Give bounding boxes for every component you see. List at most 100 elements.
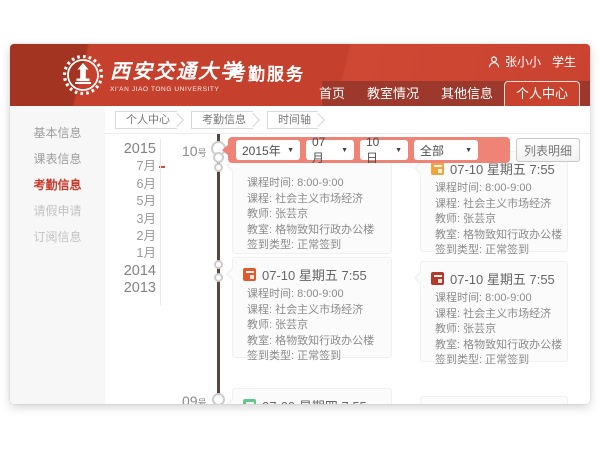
university-name-en: XI'AN JIAO TONG UNIVERSITY [110,86,242,93]
field-label: 教师: [247,319,272,331]
field-label: 教室: [247,335,272,347]
field-value: 正常签到 [297,350,341,362]
day-select[interactable]: 10日▼ [360,140,408,160]
card-date: 07-10 星期五 7:55 [450,269,555,288]
field-label: 教室: [435,229,460,241]
field-label: 课程: [247,304,272,316]
type-select[interactable]: 全部▼ [414,140,478,160]
user-name: 张小小 [505,53,541,70]
month-select[interactable]: 07月▼ [306,140,354,160]
field-value: 格物致知行政办公楼 [275,335,374,347]
field-value: 张芸京 [463,213,496,225]
sidebar-item-leave-request[interactable]: 请假申请 [10,198,105,224]
rail-month-feb[interactable]: 2月 [108,228,156,245]
field-value: 社会主义市场经济 [275,304,363,316]
field-value: 8:00-9:00 [485,182,531,194]
field-label: 教师: [435,323,460,335]
user-menu[interactable]: 张小小 学生 [488,53,576,70]
timeline-axis [217,134,220,404]
field-label: 教室: [435,339,460,351]
sidebar: 基本信息 课表信息 考勤信息 请假申请 订阅信息 [10,106,105,404]
field-label: 课程时间: [435,182,482,194]
field-value: 正常签到 [485,354,529,366]
field-label: 教室: [247,224,272,236]
rail-year-2015[interactable]: 2015 [108,141,156,158]
field-label: 签到类型: [247,350,294,362]
calendar-icon [243,268,256,281]
rail-year-2013[interactable]: 2013 [108,280,156,297]
app-header: 西安交通大学 XI'AN JIAO TONG UNIVERSITY 考勤服务 张… [10,44,590,106]
chevron-down-icon: ▼ [341,147,348,154]
card-date: 07-09 星期四 7:55 [262,396,367,404]
field-value: 正常签到 [297,239,341,251]
attendance-card: 07-10 星期五 7:55 课程时间: 8:00-9:00 课程: 社会主义市… [420,261,568,362]
nav-tab-other[interactable]: 其他信息 [430,81,504,106]
attendance-card: 07-10 星期五 7:55 课程时间: 8:00-9:00 课程: 社会主义市… [232,257,392,358]
field-value: 正常签到 [485,244,529,256]
field-value: 张芸京 [275,319,308,331]
calendar-icon [431,272,444,285]
field-label: 签到类型: [247,239,294,251]
day-label-10: 10号 [182,143,207,159]
timeline-node-small [214,260,223,269]
field-label: 课程: [435,198,460,210]
rail-year-2014[interactable]: 2014 [108,263,156,280]
list-detail-button[interactable]: 列表明细 [516,138,580,162]
attendance-card-partial [420,396,568,404]
field-value: 格物致知行政办公楼 [275,224,374,236]
field-value: 8:00-9:00 [297,288,343,300]
year-select[interactable]: 2015年▼ [236,140,300,160]
field-value: 张芸京 [275,208,308,220]
rail-month-jun[interactable]: 6月 [108,176,156,193]
field-value: 社会主义市场经济 [463,198,551,210]
sidebar-item-attendance-info[interactable]: 考勤信息 [10,172,105,198]
rail-month-jul[interactable]: 7月 [108,158,156,175]
field-label: 课程时间: [435,292,482,304]
sidebar-item-schedule-info[interactable]: 课表信息 [10,146,105,172]
calendar-icon [431,162,444,175]
nav-tab-personal-center[interactable]: 个人中心 [504,81,580,106]
field-value: 张芸京 [463,323,496,335]
field-value: 社会主义市场经济 [463,308,551,320]
timeline-node-small [214,163,223,172]
day-label-09: 09号 [182,393,207,404]
breadcrumb-attendance-info[interactable]: 考勤信息 [191,111,253,129]
breadcrumb-timeline[interactable]: 时间轴 [267,111,318,129]
date-filter-bar: 2015年▼ 07月▼ 10日▼ 全部▼ [228,137,510,163]
field-label: 课程: [247,193,272,205]
field-label: 课程: [435,308,460,320]
field-value: 格物致知行政办公楼 [463,339,562,351]
university-name-block: 西安交通大学 XI'AN JIAO TONG UNIVERSITY [110,55,242,93]
chevron-down-icon: ▼ [287,147,294,154]
top-nav: 首页 教室情况 其他信息 个人中心 [322,81,590,106]
year-month-rail: 2015 7月 6月 5月 3月 2月 1月 2014 2013 [108,141,156,298]
nav-tab-home[interactable]: 首页 [308,81,356,106]
chevron-down-icon: ▼ [395,147,402,154]
rail-divider [160,139,161,305]
calendar-icon [243,399,256,404]
sidebar-item-basic-info[interactable]: 基本信息 [10,120,105,146]
nav-tab-classroom[interactable]: 教室情况 [356,81,430,106]
field-value: 格物致知行政办公楼 [463,229,562,241]
timeline-node-large [212,393,225,404]
field-label: 课程时间: [247,288,294,300]
chevron-down-icon: ▼ [465,147,472,154]
app-title: 考勤服务 [229,60,305,85]
breadcrumb-personal-center[interactable]: 个人中心 [115,111,177,129]
timeline-node-small [214,273,223,282]
person-icon [488,56,500,68]
attendance-card: 07-10 星期五 7:55 课程时间: 8:00-9:00 课程: 社会主义市… [420,151,568,252]
attendance-card: 07-09 星期四 7:55 [232,388,392,404]
field-value: 社会主义市场经济 [275,193,363,205]
field-label: 签到类型: [435,244,482,256]
field-value: 8:00-9:00 [297,177,343,189]
rail-month-jan[interactable]: 1月 [108,245,156,262]
sidebar-item-subscription-info[interactable]: 订阅信息 [10,224,105,250]
rail-month-mar[interactable]: 3月 [108,211,156,228]
university-name-cn: 西安交通大学 [110,55,242,84]
university-seal-icon [62,54,104,96]
breadcrumb: 个人中心 考勤信息 时间轴 [105,106,590,134]
rail-month-may[interactable]: 5月 [108,193,156,210]
attendance-app-window: 西安交通大学 XI'AN JIAO TONG UNIVERSITY 考勤服务 张… [10,44,590,404]
field-label: 教师: [247,208,272,220]
